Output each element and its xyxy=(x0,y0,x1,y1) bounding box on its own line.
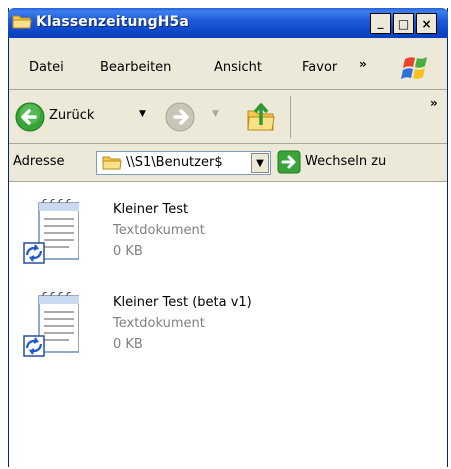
file-name[interactable]: Kleiner Test xyxy=(113,202,188,217)
go-arrow-icon[interactable] xyxy=(277,150,301,174)
minimize-button[interactable]: _ xyxy=(370,13,391,34)
maximize-button[interactable]: □ xyxy=(393,13,414,34)
address-label: Adresse xyxy=(13,154,65,169)
folder-icon xyxy=(102,156,122,170)
menu-bar: Datei Bearbeiten Ansicht Favor » xyxy=(9,38,447,90)
menu-overflow-chevron-icon[interactable]: » xyxy=(359,57,367,71)
up-folder-icon[interactable] xyxy=(245,99,277,133)
menu-item-bearbeiten[interactable]: Bearbeiten xyxy=(100,60,171,75)
file-list: Kleiner Test Textdokument 0 KB Kleiner T… xyxy=(9,182,447,467)
toolbar-separator xyxy=(290,96,291,138)
menu-item-datei[interactable]: Datei xyxy=(29,60,64,75)
minimize-icon: _ xyxy=(377,14,384,29)
forward-dropdown-icon[interactable]: ▼ xyxy=(212,109,219,119)
menu-item-favoriten[interactable]: Favor xyxy=(302,60,337,75)
address-value[interactable]: \\S1\Benutzer$ xyxy=(126,155,252,170)
file-type: Textdokument xyxy=(113,223,205,238)
close-icon: × xyxy=(421,16,432,31)
forward-arrow-icon[interactable] xyxy=(165,102,195,132)
toolbar: Zurück ▼ ▼ » xyxy=(9,90,447,144)
folder-icon xyxy=(12,15,32,29)
back-dropdown-icon[interactable]: ▼ xyxy=(139,109,146,119)
file-size: 0 KB xyxy=(113,337,143,352)
text-document-icon xyxy=(23,199,79,264)
windows-logo-icon xyxy=(401,57,427,79)
text-document-icon xyxy=(23,292,79,357)
chevron-down-icon: ▼ xyxy=(256,157,264,169)
address-bar: Adresse \\S1\Benutzer$ ▼ Wechseln zu xyxy=(9,144,447,182)
back-button-label[interactable]: Zurück xyxy=(49,108,94,123)
title-bar[interactable]: KlassenzeitungH5a _ □ × xyxy=(8,8,448,38)
go-button-label[interactable]: Wechseln zu xyxy=(305,154,386,169)
file-item[interactable]: Kleiner Test (beta v1) Textdokument 0 KB xyxy=(19,292,319,372)
close-button[interactable]: × xyxy=(416,13,437,34)
menu-item-ansicht[interactable]: Ansicht xyxy=(214,60,262,75)
file-size: 0 KB xyxy=(113,244,143,259)
back-arrow-icon[interactable] xyxy=(15,102,45,132)
window-title: KlassenzeitungH5a xyxy=(36,14,189,30)
toolbar-overflow-chevron-icon[interactable]: » xyxy=(430,96,438,110)
file-item[interactable]: Kleiner Test Textdokument 0 KB xyxy=(19,199,319,279)
address-dropdown-button[interactable]: ▼ xyxy=(251,153,269,173)
address-field[interactable]: \\S1\Benutzer$ ▼ xyxy=(96,151,271,175)
maximize-icon: □ xyxy=(397,16,410,31)
file-name[interactable]: Kleiner Test (beta v1) xyxy=(113,295,252,310)
file-type: Textdokument xyxy=(113,316,205,331)
